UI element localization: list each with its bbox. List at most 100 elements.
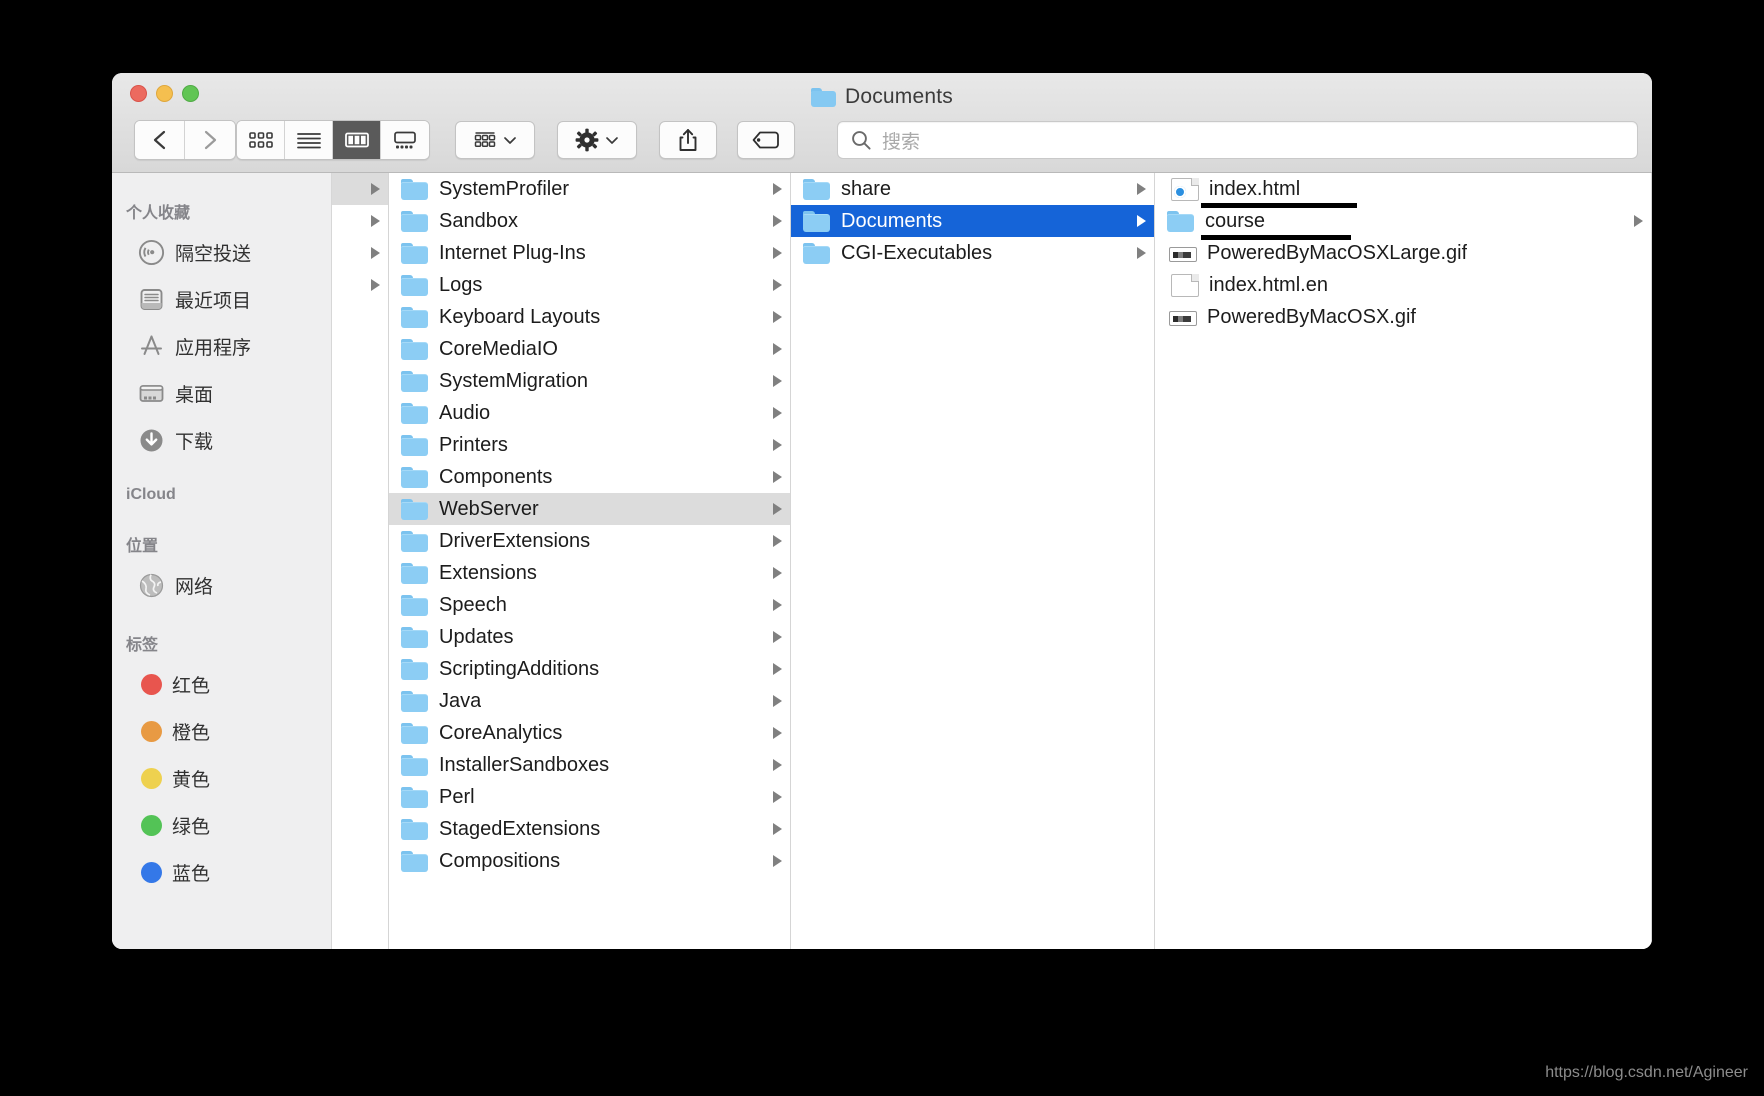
file-row[interactable]: Internet Plug-Ins [389,237,790,269]
chevron-right-icon [371,247,380,259]
file-row[interactable]: Extensions [389,557,790,589]
chevron-right-icon [773,535,782,547]
chevron-right-icon [773,567,782,579]
file-name: PoweredByMacOSXLarge.gif [1207,241,1468,264]
forward-button[interactable] [185,121,235,159]
sidebar-item-network[interactable]: 网络 [112,562,331,609]
file-row[interactable]: Keyboard Layouts [389,301,790,333]
file-name: Keyboard Layouts [439,305,601,328]
folder-icon [803,178,831,200]
file-name: Extensions [439,561,537,584]
sidebar-item-airdrop[interactable]: 隔空投送 [112,229,331,276]
file-name: Logs [439,273,483,296]
back-button[interactable] [135,121,185,159]
icon-view-button[interactable] [237,121,285,159]
file-row[interactable]: share [791,173,1154,205]
file-row[interactable]: CGI-Executables [791,237,1154,269]
column-stub-row[interactable] [332,173,388,205]
action-menu-button[interactable] [557,121,637,159]
file-row[interactable]: CoreMediaIO [389,333,790,365]
file-row[interactable]: Updates [389,621,790,653]
file-row[interactable]: index.html.en [1155,269,1651,301]
sidebar-tag-yellow[interactable]: 黄色 [112,755,331,802]
column-previous-partial[interactable] [332,173,389,949]
close-button[interactable] [130,85,147,102]
file-name: index.html [1209,177,1301,200]
gallery-view-button[interactable] [381,121,429,159]
folder-icon [401,402,429,424]
search-placeholder: 搜索 [882,131,921,153]
file-row[interactable]: Components [389,461,790,493]
file-row[interactable]: PoweredByMacOSX.gif [1155,301,1651,333]
file-row[interactable]: Printers [389,429,790,461]
file-row[interactable]: PoweredByMacOSXLarge.gif [1155,237,1651,269]
sidebar-tag-green[interactable]: 绿色 [112,802,331,849]
tags-button[interactable] [737,121,795,159]
file-row[interactable]: CoreAnalytics [389,717,790,749]
sidebar-item-downloads[interactable]: 下载 [112,417,331,464]
sidebar-item-recents[interactable]: 最近项目 [112,276,331,323]
column-stub-row[interactable] [332,237,388,269]
window-titlebar[interactable]: Documents 搜索 [112,73,1652,173]
chevron-right-icon [371,215,380,227]
share-icon [679,129,697,151]
file-row[interactable]: Java [389,685,790,717]
file-row[interactable]: index.html [1155,173,1651,208]
column-stub-row[interactable] [332,269,388,301]
file-column-3[interactable]: index.html course PoweredByMacOSXLarge.g… [1155,173,1652,949]
sidebar-item-applications[interactable]: 应用程序 [112,323,331,370]
maximize-button[interactable] [182,85,199,102]
file-row[interactable]: Audio [389,397,790,429]
tag-dot-icon [141,815,162,836]
minimize-button[interactable] [156,85,173,102]
file-name: SystemMigration [439,369,588,392]
chevron-right-icon [773,503,782,515]
chevron-right-icon [773,279,782,291]
file-row-selected[interactable]: Documents [791,205,1154,237]
file-row[interactable]: StagedExtensions [389,813,790,845]
recents-icon [138,286,165,313]
file-row[interactable]: InstallerSandboxes [389,749,790,781]
arrange-button[interactable] [455,121,535,159]
chevron-down-icon [504,137,516,144]
file-name: Java [439,689,482,712]
file-row[interactable]: Perl [389,781,790,813]
folder-icon [401,626,429,648]
sidebar-item-desktop[interactable]: 桌面 [112,370,331,417]
chevron-right-icon [773,791,782,803]
doc-file-icon [1171,273,1199,297]
file-row[interactable]: Sandbox [389,205,790,237]
file-row[interactable]: DriverExtensions [389,525,790,557]
file-name: Sandbox [439,209,518,232]
search-field[interactable]: 搜索 [837,121,1638,159]
file-column-2[interactable]: share Documents CGI-Executables [791,173,1155,949]
file-row[interactable]: course [1155,205,1651,240]
file-column-1[interactable]: SystemProfiler Sandbox Internet Plug-Ins… [389,173,791,949]
file-name: Internet Plug-Ins [439,241,586,264]
sidebar-tag-orange[interactable]: 橙色 [112,708,331,755]
file-row[interactable]: ScriptingAdditions [389,653,790,685]
file-row-selected[interactable]: WebServer [389,493,790,525]
column-view-button[interactable] [333,121,381,159]
folder-icon [401,466,429,488]
folder-icon [401,754,429,776]
folder-icon [401,178,429,200]
file-row[interactable]: SystemMigration [389,365,790,397]
file-row[interactable]: Compositions [389,845,790,877]
file-name: Speech [439,593,507,616]
file-row[interactable]: Logs [389,269,790,301]
sidebar-tag-red[interactable]: 红色 [112,661,331,708]
share-button[interactable] [659,121,717,159]
sidebar-item-label: 下载 [175,432,214,453]
chevron-right-icon [773,727,782,739]
folder-icon [401,434,429,456]
applications-icon [138,333,165,360]
file-name: StagedExtensions [439,817,601,840]
sidebar-tag-blue[interactable]: 蓝色 [112,849,331,896]
file-row[interactable]: Speech [389,589,790,621]
gear-icon [575,128,599,152]
file-row[interactable]: SystemProfiler [389,173,790,205]
list-view-button[interactable] [285,121,333,159]
column-stub-row[interactable] [332,205,388,237]
folder-icon [401,306,429,328]
